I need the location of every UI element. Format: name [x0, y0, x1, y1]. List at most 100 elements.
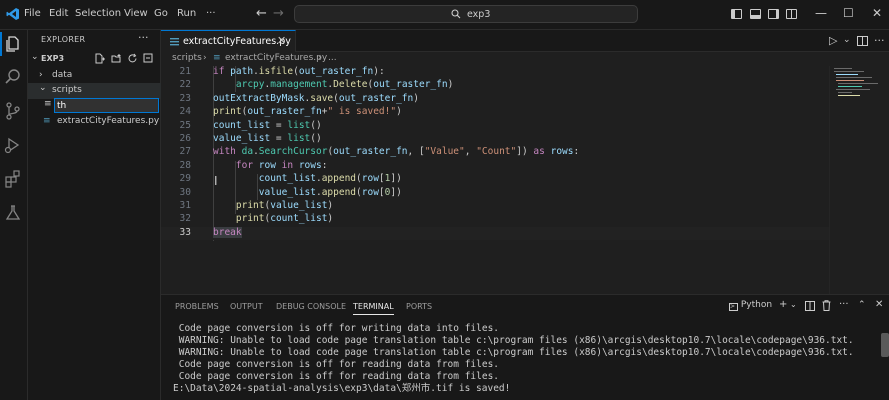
code-token: print	[235, 213, 265, 225]
minimap[interactable]	[829, 66, 889, 294]
menu-more[interactable]: ···	[206, 8, 216, 19]
tab-extractcityfeatures[interactable]: extractCityFeatures.py ✕	[161, 30, 296, 52]
kill-terminal-trash-icon[interactable]	[822, 300, 831, 311]
code-token: save	[310, 92, 334, 104]
code-token: ()	[310, 119, 322, 131]
line-number: 28	[179, 159, 191, 171]
run-debug-icon[interactable]	[3, 135, 23, 155]
tab-ports[interactable]: PORTS	[406, 302, 432, 311]
code-text: arcpy.management.Delete(out_raster_fn)	[236, 79, 453, 90]
extensions-icon[interactable]	[3, 169, 23, 189]
minimap-line	[836, 74, 858, 75]
menu-edit[interactable]: Edit	[49, 8, 68, 19]
code-line: 22 arcpy.management.Delete(out_raster_fn)	[161, 79, 829, 92]
menu-run[interactable]: Run	[177, 8, 196, 19]
new-terminal-icon[interactable]: +	[779, 299, 787, 310]
code-line: 28 for row in rows:	[161, 160, 829, 173]
minimap-line	[836, 80, 864, 81]
code-token: count_list	[270, 213, 328, 225]
new-file-icon[interactable]	[94, 53, 105, 64]
tree-item-label: scripts	[52, 85, 82, 95]
split-terminal-icon[interactable]	[805, 301, 815, 311]
command-center-search[interactable]: exp3	[294, 5, 638, 23]
run-python-file-icon[interactable]: ▷	[829, 34, 837, 47]
code-editor[interactable]: 21 if path.isfile(out_raster_fn): 22 arcpy.…	[161, 66, 829, 294]
panel-more-icon[interactable]: ···	[839, 299, 849, 310]
forward-arrow-icon[interactable]: →	[273, 6, 284, 21]
split-editor-icon[interactable]	[857, 36, 868, 46]
breadcrumb-file[interactable]: extractCityFeatures.py	[225, 53, 327, 63]
refresh-icon[interactable]	[127, 53, 138, 64]
code-text: if path.isfile(out_raster_fn):	[213, 66, 385, 77]
tab-terminal[interactable]: TERMINAL	[353, 302, 394, 315]
customize-layout-icon[interactable]	[786, 9, 797, 19]
code-token: )	[447, 79, 454, 91]
source-control-icon[interactable]	[3, 101, 23, 121]
tree-item-data[interactable]: › data	[28, 68, 161, 84]
breadcrumb-folder[interactable]: scripts	[172, 53, 202, 63]
breadcrumb-symbol[interactable]: ...	[328, 53, 337, 63]
toggle-sidebar-icon[interactable]	[731, 9, 742, 19]
toggle-panel-icon[interactable]	[750, 9, 761, 19]
code-token: ):	[373, 66, 385, 77]
minimize-icon[interactable]: —	[815, 6, 827, 20]
code-token: out_raster_fn	[247, 106, 322, 118]
tab-debug-console[interactable]: DEBUG CONSOLE	[276, 302, 346, 311]
tree-item-scripts[interactable]: ⌄ scripts	[28, 83, 161, 99]
code-line: 26 value_list = list()	[161, 133, 829, 146]
code-token: count_list	[258, 173, 316, 185]
testing-flask-icon[interactable]	[3, 203, 23, 223]
line-number: 33	[179, 226, 191, 238]
code-text: with da.SearchCursor(out_raster_fn, ["Va…	[213, 146, 579, 157]
tab-problems[interactable]: PROBLEMS	[175, 302, 219, 311]
chevron-down-icon: ⌄	[39, 83, 47, 93]
code-token: "Value"	[424, 146, 465, 158]
new-file-name-input[interactable]	[54, 98, 159, 113]
close-panel-icon[interactable]: ✕	[875, 299, 883, 310]
minimap-line	[838, 83, 878, 84]
new-folder-icon[interactable]	[111, 53, 122, 64]
code-token: as	[533, 146, 551, 158]
line-number: 31	[179, 200, 191, 211]
code-token: break	[213, 226, 242, 238]
close-window-icon[interactable]: ✕	[872, 6, 882, 20]
back-arrow-icon[interactable]: ←	[256, 6, 267, 21]
tree-item-label: extractCityFeatures.py	[57, 116, 160, 126]
line-number: 29	[179, 173, 191, 185]
terminal-profile[interactable]: > Python	[729, 300, 772, 311]
code-text: print(value_list)	[236, 200, 333, 211]
maximize-panel-icon[interactable]: ⌃	[858, 300, 866, 310]
explorer-more-icon[interactable]: ···	[138, 31, 149, 44]
run-dropdown-icon[interactable]: ⌄	[843, 35, 851, 45]
code-token: isfile	[258, 66, 294, 77]
code-token: out_raster_fn	[373, 79, 448, 91]
code-line: 32 print(count_list)	[161, 213, 829, 226]
maximize-icon[interactable]: ☐	[843, 6, 854, 20]
collapse-all-icon[interactable]	[143, 53, 154, 64]
search-view-icon[interactable]	[3, 67, 23, 87]
menu-view[interactable]: View	[124, 8, 148, 19]
toggle-secondary-sidebar-icon[interactable]	[768, 9, 779, 19]
code-text: print(out_raster_fn+" is saved!")	[213, 106, 402, 117]
code-token: value_list	[270, 200, 328, 211]
tab-output[interactable]: OUTPUT	[230, 302, 263, 311]
project-header[interactable]: ⌄ EXP3	[28, 51, 161, 68]
menu-go[interactable]: Go	[154, 8, 168, 19]
close-tab-icon[interactable]: ✕	[277, 34, 286, 47]
menu-file[interactable]: File	[24, 8, 41, 19]
explorer-sidebar: EXPLORER ··· ⌄ EXP3 › data ⌄ scripts ≡ e…	[28, 30, 161, 400]
menu-selection[interactable]: Selection	[75, 8, 121, 19]
terminal-output[interactable]: Code page conversion is off for writing …	[173, 323, 885, 395]
code-text: for row in rows:	[236, 160, 328, 171]
code-text: print(count_list)	[236, 213, 333, 224]
editor-more-icon[interactable]: ···	[874, 34, 885, 47]
explorer-files-icon[interactable]	[3, 34, 23, 54]
code-token: in	[281, 159, 299, 171]
breadcrumb-separator: ›	[203, 53, 207, 63]
terminal-line: E:\Data\2024-spatial-analysis\exp3\data\…	[173, 383, 511, 394]
terminal-scrollbar[interactable]	[881, 333, 889, 357]
terminal-dropdown-icon[interactable]: ⌄	[790, 300, 797, 309]
code-token: with	[213, 146, 242, 158]
tree-item-extractcityfeatures[interactable]: ≡ extractCityFeatures.py	[28, 114, 161, 130]
code-line: 33 break	[161, 226, 829, 241]
